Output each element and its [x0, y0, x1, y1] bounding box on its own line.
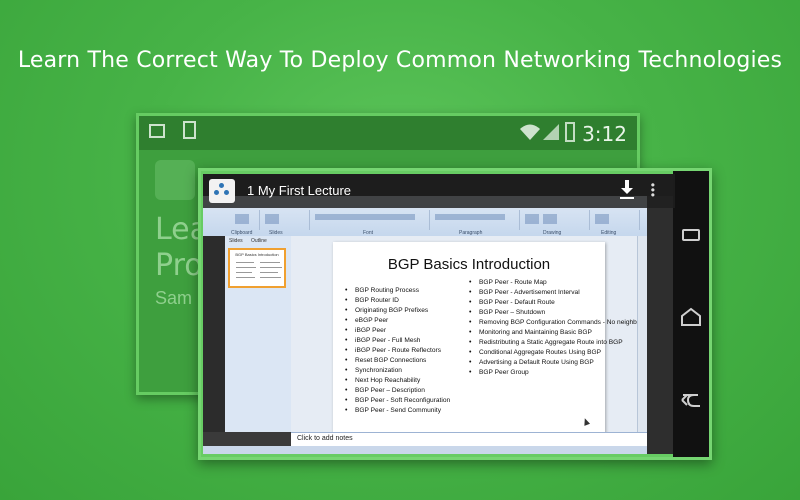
- notes-pane[interactable]: Click to add notes: [291, 432, 647, 447]
- slide-bullet-item: Originating BGP Prefixes: [343, 306, 463, 316]
- status-time: 3:12: [582, 122, 627, 146]
- shapes-button[interactable]: [525, 214, 539, 224]
- slide-bullet-item: iBGP Peer - Route Reflectors: [343, 346, 463, 356]
- image-icon: [149, 124, 165, 138]
- thumbnail-line: [260, 277, 281, 278]
- logo-dot: [224, 190, 229, 195]
- font-controls[interactable]: [315, 214, 415, 220]
- tab-slides[interactable]: Slides: [229, 238, 243, 244]
- ribbon-group-paragraph: [429, 210, 520, 230]
- slide-bullet-item: iBGP Peer: [343, 326, 463, 336]
- battery-icon: [565, 122, 575, 142]
- slide-bullets-right: BGP Peer - Route MapBGP Peer - Advertise…: [467, 278, 657, 378]
- app-logo-icon: [155, 160, 195, 200]
- wifi-icon: [520, 124, 540, 140]
- slide-bullet-item: Advertising a Default Route Using BGP: [467, 358, 603, 368]
- select-button[interactable]: [595, 214, 609, 224]
- lecture-title: 1 My First Lecture: [247, 183, 352, 198]
- new-slide-button[interactable]: [265, 214, 279, 224]
- slide-bullet-item: BGP Routing Process: [343, 286, 463, 296]
- recent-apps-icon[interactable]: [682, 229, 700, 241]
- slide-bullet-item: Removing BGP Configuration Commands - No…: [467, 318, 657, 328]
- slide-bullet-item: eBGP Peer: [343, 316, 463, 326]
- slide-bullet-item: Reset BGP Connections: [343, 356, 463, 366]
- slide-title: BGP Basics Introduction: [387, 256, 551, 273]
- slide-bullet-item: Next Hop Reachability: [343, 376, 463, 386]
- thumbnail-line: [236, 267, 256, 268]
- thumbnail-line: [260, 267, 282, 268]
- notes-placeholder: Click to add notes: [297, 435, 353, 442]
- logo-dot: [219, 183, 224, 188]
- slide-bullet-item: iBGP Peer - Full Mesh: [343, 336, 463, 346]
- overflow-menu-icon[interactable]: • • •: [651, 179, 655, 201]
- vertical-scrollbar[interactable]: [637, 236, 647, 432]
- left-strip: [203, 236, 225, 432]
- slide-bullet-item: Conditional Aggregate Routes Using BGP: [467, 348, 603, 358]
- slide-bullet-item: BGP Peer - Route Map: [467, 278, 603, 288]
- app-action-bar: 1 My First Lecture • • •: [203, 174, 675, 208]
- course-title-partial-2: Pro: [155, 248, 203, 283]
- right-dark-strip: [647, 196, 675, 454]
- ribbon-group-font: [309, 210, 430, 230]
- slide-bullet-item: BGP Peer - Advertisement Interval: [467, 288, 603, 298]
- headline: Learn The Correct Way To Deploy Common N…: [17, 48, 783, 73]
- app-logo-icon[interactable]: [209, 179, 235, 203]
- back-icon[interactable]: [678, 391, 704, 411]
- download-icon: [183, 121, 196, 139]
- slide: BGP Basics Introduction BGP Routing Proc…: [333, 242, 657, 438]
- slide-bullet-item: BGP Peer - Default Route: [467, 298, 603, 308]
- status-bar: 3:12: [139, 116, 637, 150]
- thumbnail-line: [236, 277, 255, 278]
- slide-bullet-item: Synchronization: [343, 366, 463, 376]
- home-icon[interactable]: [678, 307, 704, 327]
- slide-bullet-item: BGP Peer - Soft Reconfiguration: [343, 396, 463, 406]
- slide-bullet-item: BGP Peer Group: [467, 368, 603, 378]
- mouse-cursor-icon: [581, 417, 591, 426]
- slide-thumbnail[interactable]: BGP Basics Introduction: [228, 248, 286, 288]
- slide-bullet-item: Monitoring and Maintaining Basic BGP: [467, 328, 603, 338]
- paste-button[interactable]: [235, 214, 249, 224]
- thumbnail-line: [236, 272, 252, 273]
- download-icon[interactable]: [619, 179, 635, 201]
- course-author-partial: Sam: [155, 288, 193, 308]
- slides-pane: Slides Outline BGP Basics Introduction: [225, 236, 292, 432]
- slide-bullet-item: BGP Peer - Send Community: [343, 406, 463, 416]
- slide-bullet-item: BGP Peer – Description: [343, 386, 463, 396]
- thumbnail-line: [260, 262, 280, 263]
- slide-canvas: BGP Basics Introduction BGP Routing Proc…: [291, 236, 657, 438]
- thumbnail-line: [260, 272, 278, 273]
- powerpoint-status-bar: [203, 446, 647, 454]
- logo-dot: [214, 190, 219, 195]
- android-nav-bar: [673, 171, 709, 457]
- tab-outline[interactable]: Outline: [251, 238, 267, 244]
- front-phone-screenshot: Clipboard Slides Font Paragraph Drawing …: [198, 168, 712, 460]
- slide-bullets-left: BGP Routing ProcessBGP Router IDOriginat…: [343, 286, 463, 416]
- signal-icon: [543, 124, 559, 140]
- paragraph-controls[interactable]: [435, 214, 505, 220]
- slide-bullet-item: BGP Peer – Shutdown: [467, 308, 603, 318]
- thumbnail-line: [236, 262, 254, 263]
- arrange-button[interactable]: [543, 214, 557, 224]
- slide-bullet-item: BGP Router ID: [343, 296, 463, 306]
- thumbnail-title: BGP Basics Introduction: [235, 252, 279, 257]
- video-player-screen[interactable]: Clipboard Slides Font Paragraph Drawing …: [203, 174, 675, 454]
- slide-bullet-item: Redistributing a Static Aggregate Route …: [467, 338, 623, 348]
